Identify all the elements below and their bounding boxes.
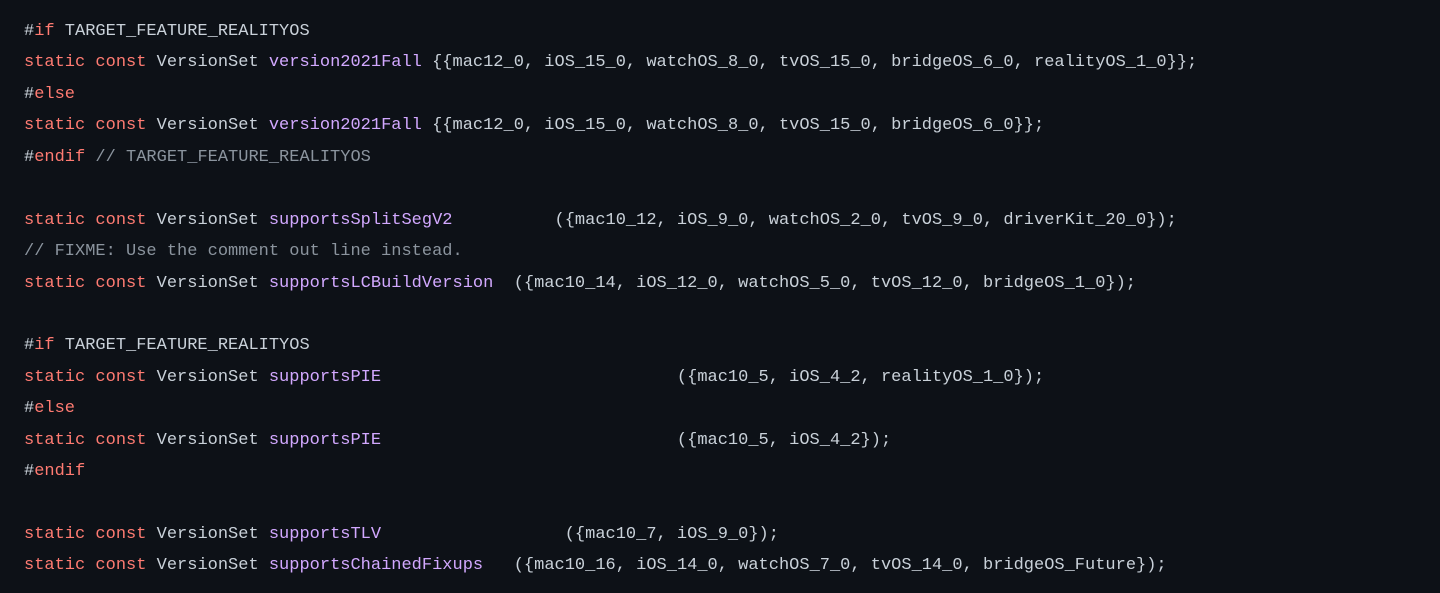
code-token: const xyxy=(95,274,146,293)
code-token: if xyxy=(34,336,54,355)
code-token: VersionSet xyxy=(146,525,268,544)
code-token: const xyxy=(95,525,146,544)
code-token: TARGET_FEATURE_REALITYOS xyxy=(55,22,310,41)
code-token: # xyxy=(24,462,34,481)
code-token: version2021Fall xyxy=(269,116,422,135)
code-line: #else xyxy=(24,393,1416,424)
code-line: // FIXME: Use the comment out line inste… xyxy=(24,236,1416,267)
code-token: static xyxy=(24,274,85,293)
code-token xyxy=(85,525,95,544)
code-line: #else xyxy=(24,79,1416,110)
code-token: # xyxy=(24,148,34,167)
code-token: const xyxy=(95,53,146,72)
code-line xyxy=(24,299,1416,330)
code-line: #endif xyxy=(24,456,1416,487)
code-token: endif xyxy=(34,462,85,481)
code-line: static const VersionSet version2021Fall … xyxy=(24,47,1416,78)
code-token: else xyxy=(34,85,75,104)
code-token: VersionSet xyxy=(146,211,268,230)
code-token: static xyxy=(24,431,85,450)
code-token: ({mac10_5, iOS_4_2}); xyxy=(381,431,891,450)
code-token: const xyxy=(95,211,146,230)
code-token: // FIXME: Use the comment out line inste… xyxy=(24,242,463,261)
code-token: ({mac10_5, iOS_4_2, realityOS_1_0}); xyxy=(381,368,1044,387)
code-token: version2021Fall xyxy=(269,53,422,72)
code-token xyxy=(24,494,34,513)
code-token: VersionSet xyxy=(146,431,268,450)
code-token: const xyxy=(95,368,146,387)
code-token: VersionSet xyxy=(146,53,268,72)
code-token: # xyxy=(24,399,34,418)
code-line: static const VersionSet supportsLCBuildV… xyxy=(24,268,1416,299)
code-token: supportsTLV xyxy=(269,525,381,544)
code-token: supportsSplitSegV2 xyxy=(269,211,453,230)
code-token: supportsPIE xyxy=(269,431,381,450)
code-token: TARGET_FEATURE_REALITYOS xyxy=(55,336,310,355)
code-token: ({mac10_7, iOS_9_0}); xyxy=(381,525,779,544)
code-token: ({mac10_12, iOS_9_0, watchOS_2_0, tvOS_9… xyxy=(453,211,1177,230)
code-token: const xyxy=(95,116,146,135)
code-token xyxy=(85,431,95,450)
code-token xyxy=(24,305,34,324)
code-line xyxy=(24,488,1416,519)
code-token xyxy=(85,148,95,167)
code-token: static xyxy=(24,525,85,544)
code-line: static const VersionSet version2021Fall … xyxy=(24,110,1416,141)
code-token: ({mac10_16, iOS_14_0, watchOS_7_0, tvOS_… xyxy=(483,556,1167,575)
code-token: VersionSet xyxy=(146,274,268,293)
code-token: {{mac12_0, iOS_15_0, watchOS_8_0, tvOS_1… xyxy=(422,53,1197,72)
code-token: endif xyxy=(34,148,85,167)
code-token: // TARGET_FEATURE_REALITYOS xyxy=(95,148,370,167)
code-line: static const VersionSet supportsChainedF… xyxy=(24,550,1416,581)
code-token: VersionSet xyxy=(146,116,268,135)
code-token: # xyxy=(24,22,34,41)
code-token: const xyxy=(95,556,146,575)
code-line: static const VersionSet supportsTLV ({ma… xyxy=(24,519,1416,550)
code-line: #if TARGET_FEATURE_REALITYOS xyxy=(24,16,1416,47)
code-token: const xyxy=(95,431,146,450)
code-line: #endif // TARGET_FEATURE_REALITYOS xyxy=(24,142,1416,173)
code-token: supportsChainedFixups xyxy=(269,556,483,575)
code-token: static xyxy=(24,556,85,575)
code-token: static xyxy=(24,116,85,135)
code-token xyxy=(85,368,95,387)
code-token: ({mac10_14, iOS_12_0, watchOS_5_0, tvOS_… xyxy=(493,274,1136,293)
code-token: static xyxy=(24,211,85,230)
code-line xyxy=(24,173,1416,204)
code-token xyxy=(24,179,34,198)
code-token xyxy=(85,211,95,230)
code-token: static xyxy=(24,53,85,72)
code-token: VersionSet xyxy=(146,556,268,575)
code-token xyxy=(85,116,95,135)
code-token: static xyxy=(24,368,85,387)
code-token xyxy=(85,274,95,293)
code-token: {{mac12_0, iOS_15_0, watchOS_8_0, tvOS_1… xyxy=(422,116,1044,135)
code-line: static const VersionSet supportsSplitSeg… xyxy=(24,205,1416,236)
code-token xyxy=(85,556,95,575)
code-token: # xyxy=(24,336,34,355)
code-line: static const VersionSet supportsPIE ({ma… xyxy=(24,425,1416,456)
code-block: #if TARGET_FEATURE_REALITYOSstatic const… xyxy=(24,16,1416,582)
code-token: if xyxy=(34,22,54,41)
code-line: static const VersionSet supportsPIE ({ma… xyxy=(24,362,1416,393)
code-token xyxy=(85,53,95,72)
code-token: supportsPIE xyxy=(269,368,381,387)
code-line: #if TARGET_FEATURE_REALITYOS xyxy=(24,330,1416,361)
code-token: # xyxy=(24,85,34,104)
code-token: VersionSet xyxy=(146,368,268,387)
code-token: supportsLCBuildVersion xyxy=(269,274,493,293)
code-token: else xyxy=(34,399,75,418)
